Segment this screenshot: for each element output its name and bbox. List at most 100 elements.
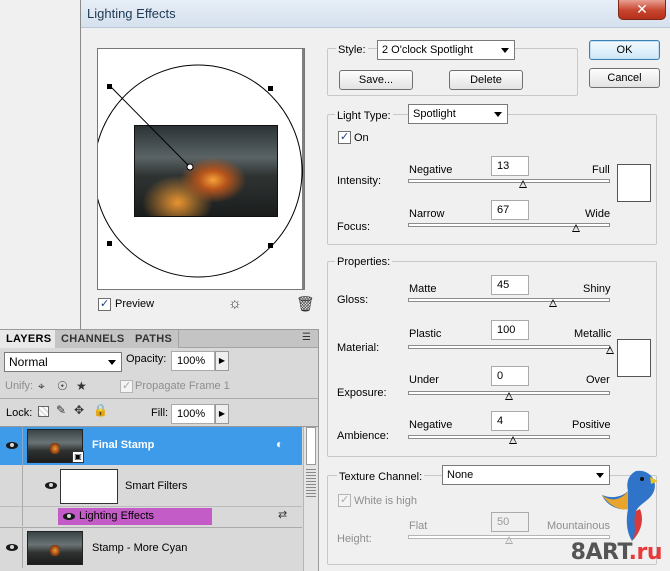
gloss-slider-thumb[interactable] bbox=[549, 299, 558, 307]
focus-field[interactable]: 67 bbox=[491, 200, 529, 220]
material-max-label: Metallic bbox=[574, 328, 612, 340]
light-color-swatch[interactable] bbox=[617, 164, 651, 202]
white-is-high-checkbox[interactable] bbox=[338, 493, 351, 507]
delete-button[interactable]: Delete bbox=[449, 70, 523, 90]
save-button[interactable]: Save... bbox=[339, 70, 413, 90]
intensity-field[interactable]: 13 bbox=[491, 156, 529, 176]
unify-style-icon[interactable]: ★ bbox=[76, 379, 87, 393]
tab-paths[interactable]: PATHS bbox=[129, 330, 180, 348]
title-bar: Lighting Effects ✕ bbox=[81, 0, 670, 28]
height-field[interactable]: 50 bbox=[491, 512, 529, 532]
material-field[interactable]: 100 bbox=[491, 320, 529, 340]
parrot-logo bbox=[602, 470, 658, 541]
filter-mask-thumbnail[interactable] bbox=[60, 469, 118, 504]
opacity-field[interactable]: 100% bbox=[171, 351, 215, 371]
height-label: Height: bbox=[337, 533, 372, 545]
material-min-label: Plastic bbox=[409, 328, 442, 340]
eye-icon[interactable] bbox=[5, 543, 19, 552]
ambience-field[interactable]: 4 bbox=[491, 411, 529, 431]
preview-canvas[interactable] bbox=[97, 48, 305, 290]
fill-arrow-icon[interactable]: ▶ bbox=[215, 404, 229, 424]
layer-row-final-stamp[interactable]: ▣ Final Stamp ◐ bbox=[0, 427, 302, 465]
ambience-max-label: Positive bbox=[572, 419, 611, 431]
height-slider-thumb[interactable] bbox=[505, 536, 513, 544]
layer-thumbnail bbox=[27, 531, 83, 565]
ok-button[interactable]: OK bbox=[589, 40, 660, 60]
scrollbar-grip[interactable] bbox=[306, 469, 316, 497]
layer-row-stamp-more-cyan[interactable]: Stamp - More Cyan bbox=[0, 527, 302, 568]
ambience-slider-thumb[interactable] bbox=[509, 436, 518, 444]
preview-checkbox[interactable] bbox=[98, 297, 111, 311]
ambient-color-swatch[interactable] bbox=[617, 339, 651, 377]
lock-move-icon[interactable]: ✥ bbox=[74, 403, 84, 417]
eye-icon[interactable] bbox=[62, 512, 76, 521]
chevron-down-icon bbox=[494, 112, 502, 117]
preview-label: Preview bbox=[115, 298, 155, 310]
fill-field[interactable]: 100% bbox=[171, 404, 215, 424]
material-slider-thumb[interactable] bbox=[606, 346, 614, 354]
gloss-min-label: Matte bbox=[409, 283, 437, 295]
handle-top-right bbox=[268, 86, 273, 91]
divider bbox=[0, 398, 318, 399]
gloss-field[interactable]: 45 bbox=[491, 275, 529, 295]
texture-channel-label: Texture Channel: bbox=[337, 471, 425, 483]
watermark-text: 8ART.ru bbox=[570, 540, 663, 565]
focus-min-label: Narrow bbox=[409, 208, 445, 220]
propagate-frame-checkbox[interactable] bbox=[120, 379, 133, 393]
light-on-checkbox[interactable] bbox=[338, 130, 351, 144]
ambience-label: Ambience: bbox=[337, 430, 389, 442]
layers-scrollbar[interactable] bbox=[303, 427, 318, 571]
handle-bottom-right bbox=[268, 243, 273, 248]
layer-row-smart-filters[interactable]: Smart Filters bbox=[0, 465, 302, 507]
cancel-button[interactable]: Cancel bbox=[589, 68, 660, 88]
exposure-label: Exposure: bbox=[337, 387, 387, 399]
handle-bottom-left bbox=[107, 241, 112, 246]
opacity-arrow-icon[interactable]: ▶ bbox=[215, 351, 229, 371]
smart-filters-label: Smart Filters bbox=[125, 480, 188, 492]
unify-position-icon[interactable]: ⌖ bbox=[38, 379, 45, 394]
exposure-slider-thumb[interactable] bbox=[505, 392, 513, 400]
scrollbar-thumb[interactable] bbox=[306, 427, 316, 465]
lock-brush-icon[interactable]: ✎ bbox=[56, 403, 66, 417]
tab-channels[interactable]: CHANNELS bbox=[55, 330, 132, 348]
lighting-effects-label: Lighting Effects bbox=[79, 510, 155, 522]
chevron-down-icon bbox=[108, 360, 116, 365]
gloss-slider-track[interactable] bbox=[408, 298, 610, 302]
filter-options-icon[interactable]: ⇄ bbox=[278, 508, 287, 521]
fill-label: Fill: bbox=[151, 407, 169, 419]
trash-icon[interactable]: 🗑 bbox=[296, 295, 315, 313]
light-bulb-icon[interactable]: ☼ bbox=[228, 295, 242, 312]
intensity-slider-track[interactable] bbox=[408, 179, 610, 183]
light-type-select[interactable]: Spotlight bbox=[408, 104, 508, 124]
layer-row-lighting-effects[interactable]: Lighting Effects ⇄ bbox=[0, 507, 302, 526]
properties-label: Properties: bbox=[335, 256, 393, 268]
intensity-max-label: Full bbox=[592, 164, 610, 176]
intensity-label: Intensity: bbox=[337, 175, 382, 187]
intensity-min-label: Negative bbox=[409, 164, 453, 176]
eye-icon[interactable] bbox=[44, 481, 58, 490]
dialog-title: Lighting Effects bbox=[87, 6, 176, 21]
opacity-label: Opacity: bbox=[126, 353, 167, 365]
style-select[interactable]: 2 O'clock Spotlight bbox=[377, 40, 515, 60]
unify-label: Unify: bbox=[5, 380, 34, 392]
light-center-handle bbox=[186, 163, 194, 171]
exposure-field[interactable]: 0 bbox=[491, 366, 529, 386]
gloss-label: Gloss: bbox=[337, 294, 369, 306]
white-is-high-label: White is high bbox=[354, 495, 417, 507]
focus-slider-track[interactable] bbox=[408, 223, 610, 227]
lock-all-icon[interactable]: 🔒 bbox=[93, 403, 108, 417]
panel-menu-icon[interactable]: ☰ bbox=[302, 332, 311, 343]
intensity-slider-thumb[interactable] bbox=[519, 180, 528, 188]
texture-channel-select[interactable]: None bbox=[442, 465, 610, 485]
eye-icon[interactable] bbox=[5, 441, 19, 450]
focus-slider-thumb[interactable] bbox=[571, 224, 580, 232]
close-button[interactable]: ✕ bbox=[618, 0, 666, 20]
unify-visibility-icon[interactable]: ☉ bbox=[57, 379, 68, 393]
focus-max-label: Wide bbox=[585, 208, 611, 220]
lock-transparency-icon[interactable] bbox=[38, 406, 49, 417]
tab-layers[interactable]: LAYERS bbox=[0, 330, 59, 348]
light-ellipse[interactable] bbox=[98, 49, 305, 290]
layer-name: Stamp - More Cyan bbox=[92, 542, 188, 554]
material-slider-track[interactable] bbox=[408, 345, 610, 349]
blend-mode-select[interactable]: Normal bbox=[4, 352, 122, 372]
